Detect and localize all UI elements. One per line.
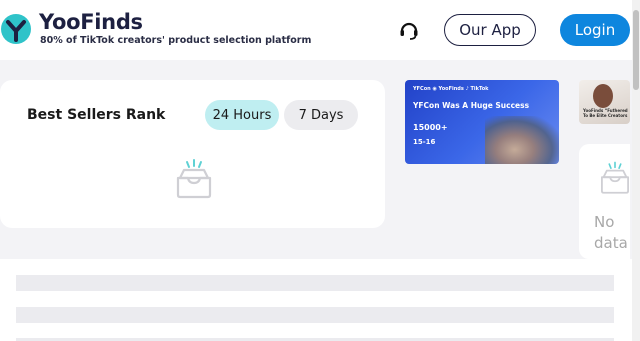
banner-date: 15-16 <box>413 138 436 146</box>
scrollbar-thumb[interactable] <box>633 10 639 90</box>
best-sellers-rank-card: Best Sellers Rank 24 Hours 7 Days <box>0 80 385 228</box>
headset-icon[interactable] <box>398 19 420 41</box>
empty-box-icon <box>601 161 629 194</box>
login-button[interactable]: Login <box>560 14 630 46</box>
our-app-button[interactable]: Our App <box>444 14 536 46</box>
rank-title: Best Sellers Rank <box>27 107 166 123</box>
skeleton-row <box>16 307 614 323</box>
no-data-label: No data <box>594 213 628 252</box>
brand-tagline: 80% of TikTok creators' product selectio… <box>40 35 312 46</box>
banner-top-line: YFCon ◉ YooFinds ♪ TikTok <box>413 86 489 92</box>
tab-24-hours[interactable]: 24 Hours <box>205 100 279 130</box>
side-banner-text: YooFinds “Futhered To Be Elite Creators <box>583 108 628 118</box>
brand-name[interactable]: YooFinds <box>39 10 143 34</box>
banner-headline: YFCon Was A Huge Success <box>413 101 530 110</box>
banner-photo <box>485 116 559 164</box>
empty-box-icon <box>176 159 212 199</box>
side-banner[interactable]: YooFinds “Futhered To Be Elite Creators <box>579 80 630 124</box>
yoofinds-logo-icon[interactable] <box>0 13 32 45</box>
page-scrollbar[interactable] <box>632 0 640 341</box>
top-header: YooFinds 80% of TikTok creators' product… <box>0 0 632 60</box>
side-card: No data <box>579 144 630 259</box>
product-list-loading <box>0 259 632 341</box>
yfcon-banner[interactable]: YFCon ◉ YooFinds ♪ TikTok YFCon Was A Hu… <box>405 80 559 164</box>
banner-figure: 15000+ <box>413 123 448 132</box>
skeleton-row <box>16 275 614 291</box>
tab-7-days[interactable]: 7 Days <box>284 100 358 130</box>
side-banner-photo <box>593 84 613 108</box>
